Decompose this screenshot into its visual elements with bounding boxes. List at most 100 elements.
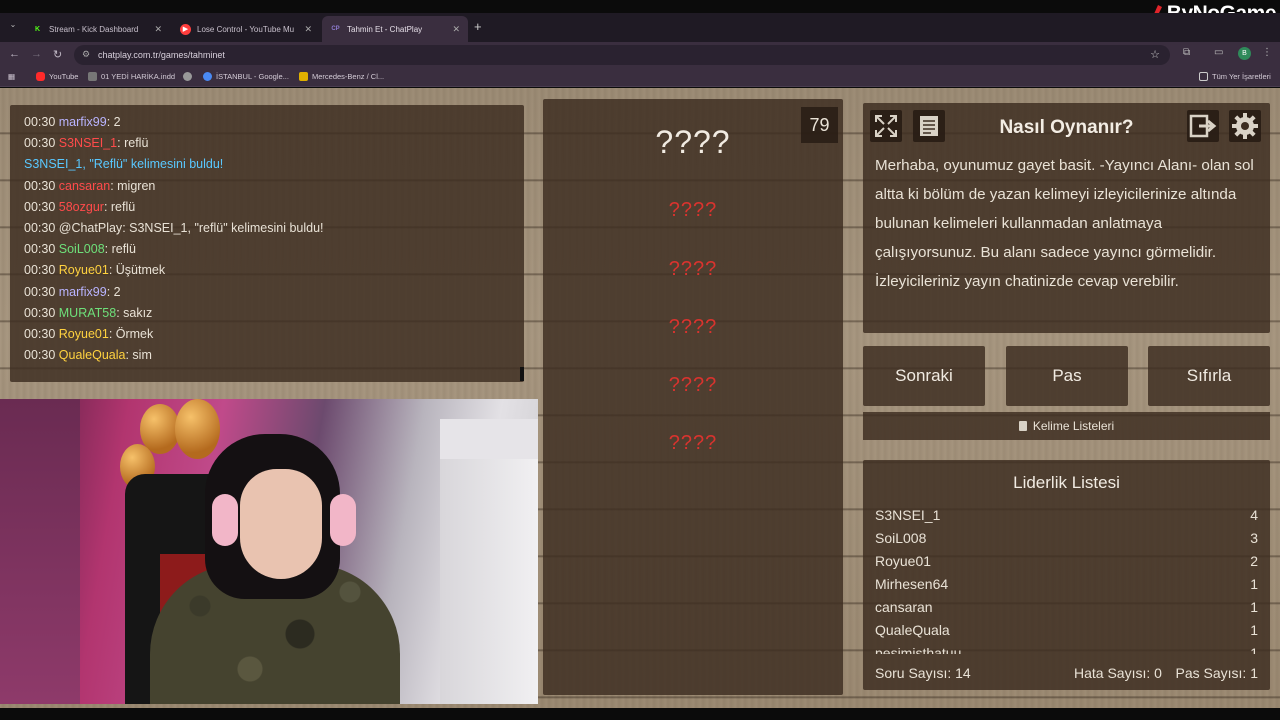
chat-username[interactable]: QualeQuala: [59, 348, 126, 362]
player-name: QualeQuala: [875, 622, 950, 638]
mercedes-icon: [299, 72, 308, 81]
settings-button[interactable]: [1229, 110, 1261, 142]
word-lists-button[interactable]: Kelime Listeleri: [863, 412, 1270, 440]
youtube-music-icon: ▶: [180, 23, 191, 35]
chat-time: 00:30: [24, 242, 56, 257]
pass-button[interactable]: Pas: [1006, 346, 1128, 406]
player-name: cansaran: [875, 599, 933, 615]
error-count: Hata Sayısı: 0: [1074, 665, 1162, 681]
exit-button[interactable]: [1187, 110, 1219, 142]
chat-scrollbar[interactable]: [520, 367, 524, 381]
tab-search-icon[interactable]: ⌄: [6, 20, 20, 34]
chat-username[interactable]: marfix99: [59, 115, 107, 129]
tab-label: Tahmin Et - ChatPlay: [347, 24, 423, 34]
player-name: SoiL008: [875, 530, 927, 546]
leaderboard-row: cansaran 1: [875, 596, 1258, 619]
chat-message: 00:30 SoiL008: reflü: [24, 239, 524, 260]
forbidden-word: ????: [668, 316, 718, 338]
chat-username[interactable]: Royue01: [59, 263, 109, 277]
chat-time: 00:30: [24, 284, 56, 299]
chat-username[interactable]: MURAT58: [59, 306, 116, 320]
address-bar: ← → ↻ ⚙ chatplay.com.tr/games/tahminet ☆…: [0, 42, 1280, 68]
player-score: 3: [1250, 530, 1258, 546]
chat-message: 00:30 58ozgur: reflü: [24, 197, 524, 218]
profile-avatar[interactable]: B: [1238, 47, 1251, 60]
chat-username[interactable]: SoiL008: [59, 242, 105, 256]
webcam-feed: [0, 399, 538, 704]
apps-grid-icon[interactable]: ▦: [8, 72, 15, 81]
back-icon[interactable]: ←: [9, 48, 20, 60]
bookmark-yedi-harika[interactable]: 01 YEDİ HARİKA.indd: [88, 72, 175, 81]
headphone-left: [212, 494, 238, 546]
chat-username[interactable]: cansaran: [59, 179, 110, 193]
how-to-play-title: Nasıl Oynanır?: [999, 117, 1134, 138]
bookmark-globe[interactable]: [183, 72, 196, 81]
chat-username[interactable]: Royue01: [59, 327, 109, 341]
leaderboard-row: QualeQuala 1: [875, 619, 1258, 642]
pass-count: Pas Sayısı: 1: [1175, 665, 1258, 681]
chat-text: : 2: [106, 284, 121, 299]
tab-youtube-music[interactable]: ▶ Lose Control - YouTube Mu ✕: [172, 16, 320, 42]
chat-text: : Üşütmek: [108, 263, 166, 278]
extensions-icon[interactable]: ⧉: [1183, 47, 1190, 58]
url-field[interactable]: ⚙ chatplay.com.tr/games/tahminet ☆: [74, 45, 1170, 65]
cam-fridge: [440, 459, 538, 704]
close-tab-icon[interactable]: ✕: [154, 24, 162, 35]
player-name: pesimisthatuu: [875, 645, 962, 654]
leaderboard-list[interactable]: S3NSEI_1 4 SoiL008 3 Royue01 2 Mirhesen64 1 cans…: [875, 504, 1258, 654]
chat-time: 00:30: [24, 115, 56, 129]
expand-icon: [875, 115, 897, 137]
new-tab-button[interactable]: +: [474, 19, 482, 34]
chat-username[interactable]: S3NSEI_1: [59, 136, 117, 150]
bottom-black-bar: [0, 708, 1280, 720]
tab-kick-dashboard[interactable]: K Stream - Kick Dashboard ✕: [24, 16, 170, 42]
bookmarks-bar: ▦ YouTube 01 YEDİ HARİKA.indd İSTANBUL -…: [0, 68, 1280, 87]
chat-username[interactable]: 58ozgur: [59, 200, 104, 214]
chat-text: : reflü: [103, 199, 136, 214]
more-menu-icon[interactable]: ⋮: [1262, 47, 1272, 58]
person-face: [240, 469, 322, 579]
chat-text: : reflü: [104, 242, 136, 257]
list-icon: [1018, 421, 1027, 431]
chat-time: 00:30: [24, 221, 56, 236]
main-word: ????: [655, 124, 731, 160]
youtube-icon: [36, 72, 45, 81]
bookmark-label: Mercedes-Benz / Cl...: [312, 72, 385, 81]
document-button[interactable]: [913, 110, 945, 142]
bookmark-istanbul[interactable]: İSTANBUL - Google...: [203, 72, 289, 81]
word-panel: [543, 99, 843, 695]
forbidden-word: ????: [668, 374, 718, 396]
bookmark-mercedes[interactable]: Mercedes-Benz / Cl...: [299, 72, 384, 81]
site-info-icon[interactable]: ⚙: [82, 49, 90, 60]
chat-time: 00:30: [24, 199, 56, 214]
close-tab-icon[interactable]: ✕: [304, 24, 312, 35]
how-to-play-text: Merhaba, oyunumuz gayet basit. -Yayıncı …: [875, 157, 1254, 290]
fullscreen-button[interactable]: [870, 110, 902, 142]
bookmark-youtube[interactable]: YouTube: [36, 72, 78, 81]
forward-icon[interactable]: →: [31, 48, 42, 60]
tab-label: Lose Control - YouTube Mu: [197, 24, 295, 34]
reset-button[interactable]: Sıfırla: [1148, 346, 1270, 406]
chat-username[interactable]: @ChatPlay: [59, 221, 122, 235]
chat-text: : sim: [125, 348, 152, 363]
chat-username[interactable]: marfix99: [59, 285, 107, 299]
leaderboard-row: pesimisthatuu 1: [875, 642, 1258, 654]
chat-message: 00:30 marfix99: 2: [24, 282, 524, 303]
forbidden-word: ????: [668, 258, 718, 280]
all-bookmarks[interactable]: Tüm Yer İşaretleri: [1199, 72, 1271, 81]
next-button[interactable]: Sonraki: [863, 346, 985, 406]
chat-text: : migren: [110, 178, 156, 193]
close-tab-icon[interactable]: ✕: [452, 24, 460, 35]
bookmark-star-icon[interactable]: ☆: [1150, 48, 1160, 61]
all-bookmarks-label: Tüm Yer İşaretleri: [1212, 72, 1271, 81]
chat-text: : S3NSEI_1, "reflü" kelimesini buldu!: [122, 221, 324, 236]
chat-text: : 2: [106, 115, 121, 129]
cast-icon[interactable]: ▭: [1214, 47, 1223, 58]
tab-chatplay[interactable]: CP Tahmin Et - ChatPlay ✕: [322, 16, 468, 42]
exit-icon: [1189, 114, 1217, 138]
tab-strip: ⌄ K Stream - Kick Dashboard ✕ ▶ Lose Con…: [0, 13, 1280, 42]
reload-icon[interactable]: ↻: [53, 48, 62, 61]
chat-username[interactable]: S3NSEI_1, "Reflü" kelimesini buldu!: [24, 157, 223, 171]
player-name: Mirhesen64: [875, 576, 949, 592]
chat-time: 00:30: [24, 178, 56, 193]
